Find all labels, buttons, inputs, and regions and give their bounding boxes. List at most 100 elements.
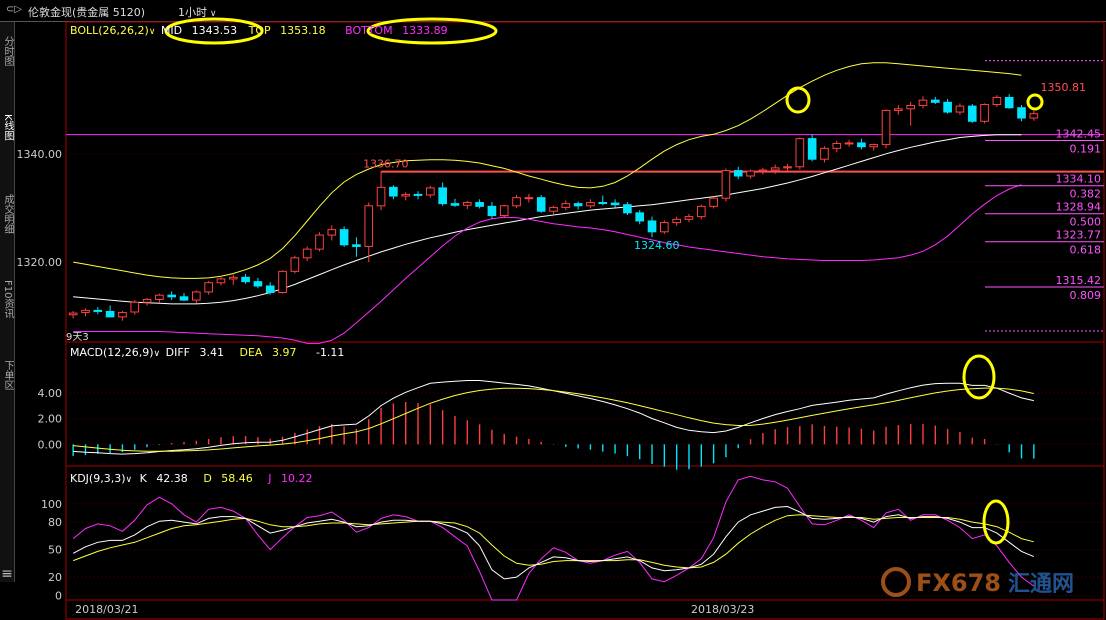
candle-body [1029, 113, 1039, 119]
price-annotation: 1350.81 [1040, 81, 1086, 94]
candle-body [918, 99, 928, 107]
kdj-k-label: K [139, 472, 147, 485]
watermark-brand: FX678 [916, 569, 1001, 597]
kdj-tick-label: 80 [48, 516, 62, 529]
candle-body [832, 142, 842, 149]
boll-mid-value: 1343.53 [191, 24, 238, 37]
kdj-d-label: D [203, 472, 212, 485]
candle-body [315, 234, 324, 250]
highlight-circle-cross [785, 86, 811, 114]
candle-body [733, 170, 743, 177]
candle-body [758, 169, 768, 172]
fib-ratio-label: 0.500 [1070, 216, 1102, 229]
candle-body [857, 142, 866, 148]
candle-body [549, 206, 558, 212]
candle-body [660, 222, 669, 233]
chevron-down-icon: ∨ [148, 27, 156, 37]
macd-indicator-label: MACD(12,26,9) [70, 346, 154, 359]
macd-tick-label: 4.00 [38, 387, 63, 400]
candle-body [462, 202, 472, 206]
candle-body [167, 294, 177, 298]
date-tick-label: 2018/03/23 [691, 603, 754, 616]
boll-legend: BOLL(26,26,2)∨ MID 1343.53 TOP 1353.18 B… [70, 24, 448, 37]
candle-body [672, 218, 681, 224]
macd-dea-line [73, 387, 1034, 452]
fib-ratio-label: 0.618 [1070, 244, 1102, 257]
macd-diff-line [73, 380, 1034, 455]
candle-body [967, 105, 977, 122]
boll-lower-line [73, 184, 1022, 344]
candle-body [352, 244, 361, 247]
annotations: 1350.81 1336.70 1324.60 [363, 81, 1086, 252]
kdj-j-value: 10.22 [281, 472, 313, 485]
watermark-logo-icon [881, 567, 911, 597]
candle-body [142, 299, 152, 303]
candle-body [475, 202, 484, 207]
kdj-j-label: J [268, 472, 272, 485]
boll-upper-line [73, 62, 1022, 279]
candle-body [943, 101, 952, 113]
candle-body [253, 281, 263, 287]
candle-body [302, 248, 312, 259]
candle-body [573, 203, 583, 207]
fib-price-label: 1334.10 [1056, 173, 1102, 186]
candle-body [881, 109, 891, 146]
date-tick-label: 2018/03/21 [75, 603, 138, 616]
candle-body [278, 270, 287, 293]
candle-body [204, 282, 213, 293]
fib-ratio-label: 0.382 [1070, 188, 1102, 201]
candle-body [610, 202, 620, 206]
candle-body [401, 193, 411, 197]
kdj-k-line [72, 505, 1034, 580]
candle-body [783, 166, 792, 169]
candle-body [906, 105, 915, 110]
candle-body [93, 309, 103, 312]
candle-body [561, 203, 571, 208]
candle-body [721, 170, 731, 199]
kdj-d-line [73, 514, 1034, 569]
candle-body [598, 202, 608, 205]
macd-diff-value: 3.41 [199, 346, 225, 359]
macd-tick-label: 0.00 [38, 438, 63, 451]
candle-body [746, 170, 755, 177]
watermark: FX678 汇通网 [881, 567, 1074, 597]
candle-body [770, 167, 780, 171]
candle-body [105, 310, 115, 318]
candle-body [192, 291, 201, 301]
price-tick-label: 1340.00 [17, 148, 63, 161]
boll-top-label: TOP [248, 24, 271, 37]
candle-body [635, 212, 645, 222]
macd-dea-value: 3.97 [271, 346, 297, 359]
candle-body [450, 203, 460, 206]
boll-bottom-value: 1333.89 [402, 24, 448, 37]
highlight-circle-kdj [982, 499, 1010, 545]
macd-pane [72, 380, 1035, 470]
candle-body [684, 216, 694, 220]
candle-body [820, 147, 829, 160]
candle-body [438, 187, 447, 205]
kdj-indicator-label: KDJ(9,3,3) [70, 472, 126, 485]
kdj-tick-label: 100 [41, 498, 62, 511]
chevron-down-icon: ∨ [153, 349, 161, 359]
price-annotation: 1324.60 [634, 239, 680, 252]
candle-body [290, 257, 300, 272]
candle-body [980, 103, 989, 122]
candle-body [155, 294, 164, 301]
candle-body [241, 276, 250, 283]
boll-bottom-label: BOTTOM [345, 24, 393, 37]
candle-body [647, 220, 657, 233]
chevron-down-icon: ∨ [125, 475, 133, 485]
kdj-legend: KDJ(9,3,3)∨ K 42.38 D 58.46 J 10.22 [70, 472, 313, 485]
boll-mid-line [73, 134, 1022, 305]
kdj-j-line [72, 475, 1035, 601]
candle-body [1017, 107, 1026, 119]
candle-body [327, 229, 337, 236]
macd-diff-label: DIFF [165, 346, 191, 359]
fib-price-label: 1328.94 [1056, 201, 1102, 214]
kdj-tick-label: 20 [48, 571, 62, 584]
candle-body [930, 99, 940, 103]
boll-mid-label: MID [160, 24, 183, 37]
highlight-circles [164, 17, 1044, 545]
watermark-cn: 汇通网 [1008, 572, 1074, 597]
candle-body [130, 301, 140, 313]
